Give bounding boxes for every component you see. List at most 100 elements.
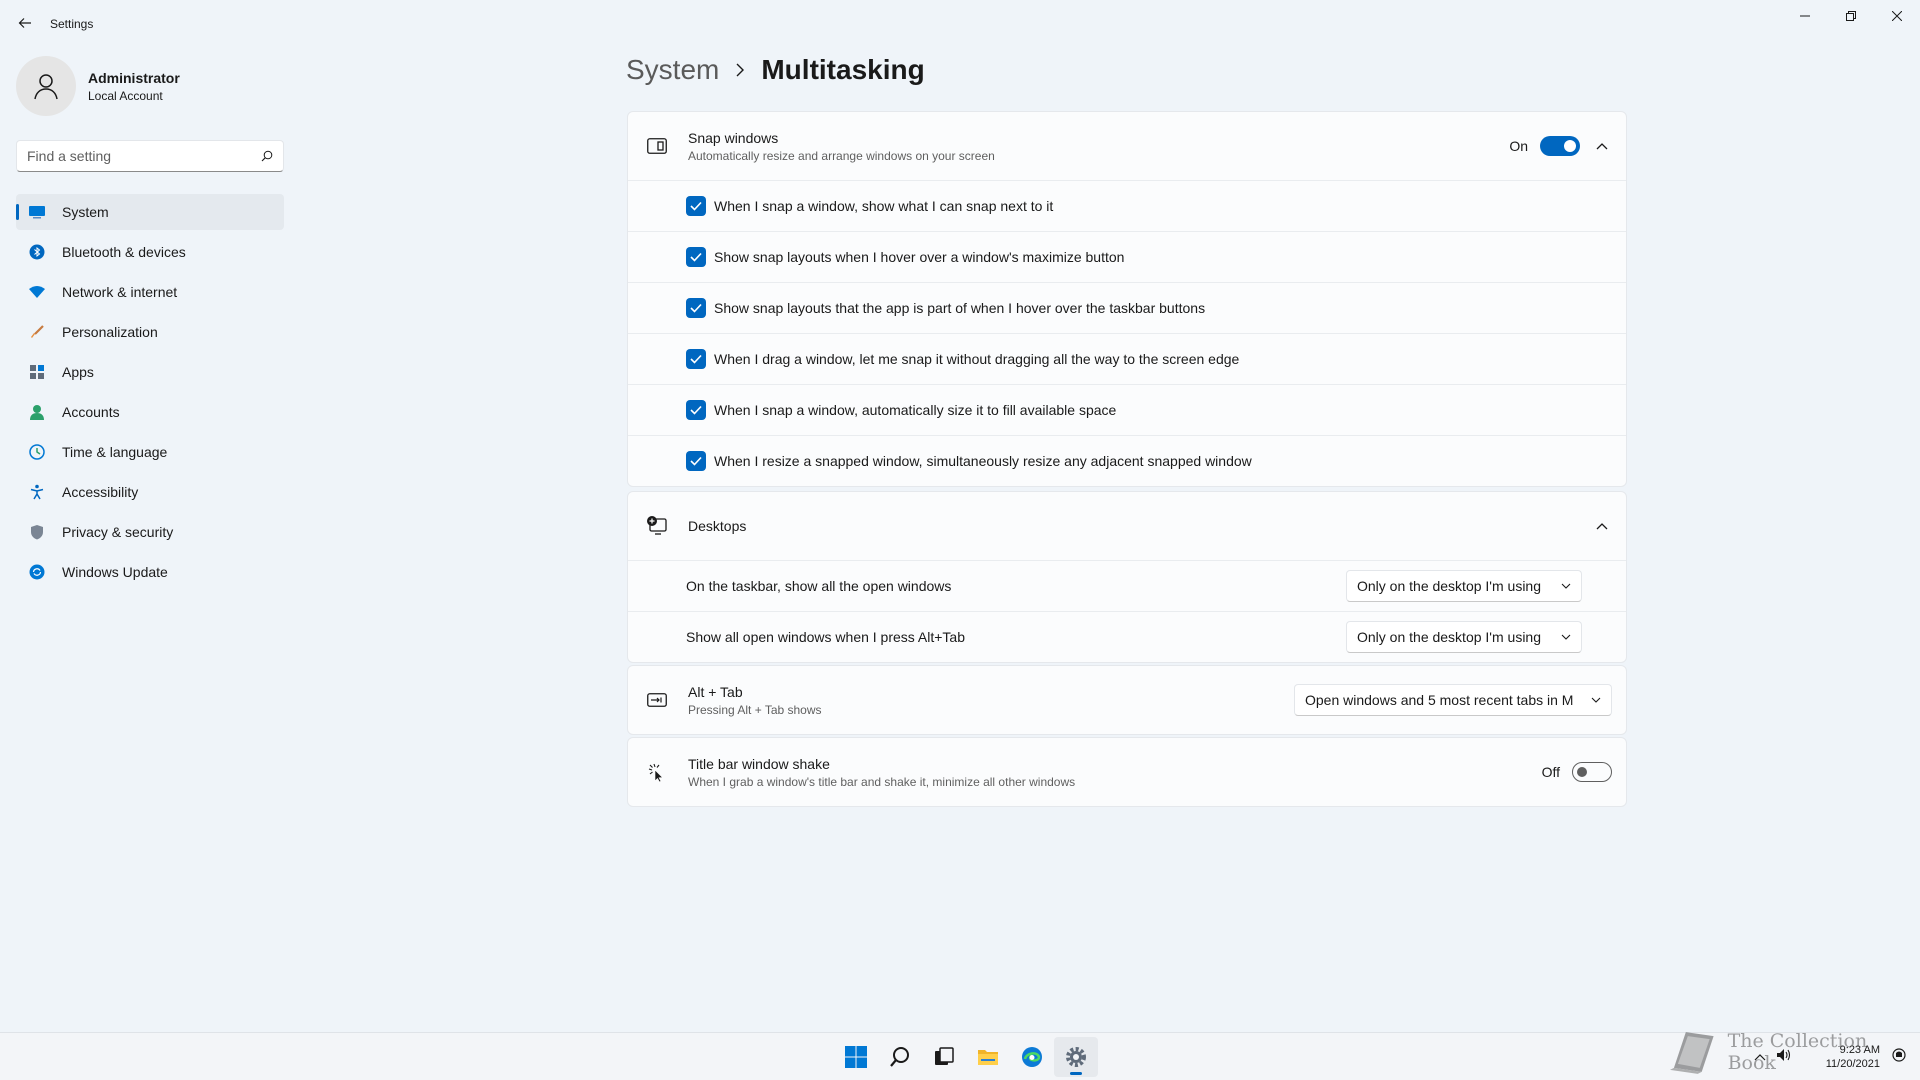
- shake-toggle-label: Off: [1541, 764, 1560, 780]
- snap-windows-card: Snap windows Automatically resize and ar…: [627, 111, 1627, 487]
- snap-option-label: When I resize a snapped window, simultan…: [714, 453, 1252, 469]
- dropdown-value: Only on the desktop I'm using: [1357, 578, 1541, 594]
- search-input[interactable]: [27, 148, 261, 164]
- chevron-down-icon: [1561, 583, 1571, 589]
- back-button[interactable]: [14, 12, 36, 34]
- snap-option-row: Show snap layouts that the app is part o…: [628, 282, 1626, 333]
- edge-browser-icon: [1022, 1047, 1042, 1067]
- sidebar-item-label: Accounts: [62, 404, 120, 420]
- search-box[interactable]: [16, 140, 284, 172]
- sidebar-item-system[interactable]: System: [16, 194, 284, 230]
- alt-tab-card: Alt + Tab Pressing Alt + Tab shows Open …: [627, 665, 1627, 735]
- user-profile[interactable]: Administrator Local Account: [16, 56, 180, 116]
- edge-button[interactable]: [1010, 1037, 1054, 1077]
- close-button[interactable]: [1874, 0, 1920, 32]
- sidebar-item-time-language[interactable]: Time & language: [16, 434, 284, 470]
- chevron-up-icon[interactable]: [1592, 136, 1612, 156]
- window-shake-title: Title bar window shake: [688, 755, 830, 772]
- settings-button[interactable]: [1054, 1037, 1098, 1077]
- shield-icon: [28, 523, 46, 541]
- sidebar-item-bluetooth[interactable]: Bluetooth & devices: [16, 234, 284, 270]
- window-shake-toggle[interactable]: [1572, 762, 1612, 782]
- snap-toggle-label: On: [1509, 138, 1528, 154]
- search-icon: [890, 1047, 909, 1067]
- dropdown-value: Open windows and 5 most recent tabs in M: [1305, 692, 1574, 708]
- snap-option-label: When I drag a window, let me snap it wit…: [714, 351, 1240, 367]
- start-button[interactable]: [834, 1037, 878, 1077]
- snap-option-row: Show snap layouts when I hover over a wi…: [628, 231, 1626, 282]
- alt-tab-description: Pressing Alt + Tab shows: [688, 702, 822, 717]
- desktops-alttab-row: Show all open windows when I press Alt+T…: [628, 611, 1626, 662]
- file-explorer-button[interactable]: [966, 1037, 1010, 1077]
- desktops-card: Desktops On the taskbar, show all the op…: [627, 491, 1627, 663]
- checkmark-icon: [690, 252, 702, 262]
- checkmark-icon: [690, 456, 702, 466]
- desktops-taskbar-dropdown[interactable]: Only on the desktop I'm using: [1346, 570, 1582, 602]
- sidebar-item-label: Personalization: [62, 324, 158, 340]
- sidebar-item-label: Windows Update: [62, 564, 168, 580]
- sidebar-item-accessibility[interactable]: Accessibility: [16, 474, 284, 510]
- alt-tab-header: Alt + Tab Pressing Alt + Tab shows Open …: [628, 666, 1626, 734]
- snap-option-checkbox[interactable]: [686, 247, 706, 267]
- sidebar-item-label: Network & internet: [62, 284, 178, 300]
- window-shake-header: Title bar window shake When I grab a win…: [628, 738, 1626, 806]
- snap-option-checkbox[interactable]: [686, 349, 706, 369]
- apps-icon: [28, 363, 46, 381]
- task-view-icon: [935, 1047, 954, 1065]
- snap-option-checkbox[interactable]: [686, 298, 706, 318]
- snap-windows-toggle[interactable]: [1540, 136, 1580, 156]
- sidebar-item-privacy-security[interactable]: Privacy & security: [16, 514, 284, 550]
- snap-option-label: When I snap a window, automatically size…: [714, 402, 1117, 418]
- snap-windows-header[interactable]: Snap windows Automatically resize and ar…: [628, 112, 1626, 180]
- checkmark-icon: [690, 201, 702, 211]
- snap-option-label: Show snap layouts that the app is part o…: [714, 300, 1206, 316]
- windows-logo-icon: [845, 1046, 867, 1068]
- brush-icon: [28, 323, 46, 341]
- sidebar-item-network[interactable]: Network & internet: [16, 274, 284, 310]
- sidebar-item-apps[interactable]: Apps: [16, 354, 284, 390]
- keyboard-tab-icon: [646, 689, 668, 711]
- window-shake-card: Title bar window shake When I grab a win…: [627, 737, 1627, 807]
- snap-option-row: When I resize a snapped window, simultan…: [628, 435, 1626, 486]
- sidebar-item-accounts[interactable]: Accounts: [16, 394, 284, 430]
- accessibility-icon: [28, 483, 46, 501]
- update-icon: [28, 563, 46, 581]
- sidebar-item-label: Time & language: [62, 444, 168, 460]
- globe-clock-icon: [28, 443, 46, 461]
- sidebar-item-label: Privacy & security: [62, 524, 174, 540]
- desktops-alttab-dropdown[interactable]: Only on the desktop I'm using: [1346, 621, 1582, 653]
- search-button[interactable]: [878, 1037, 922, 1077]
- minimize-button[interactable]: [1782, 0, 1828, 32]
- shake-icon: [646, 761, 668, 783]
- chevron-down-icon: [1561, 634, 1571, 640]
- snap-option-row: When I snap a window, show what I can sn…: [628, 180, 1626, 231]
- window-controls: [1782, 0, 1920, 32]
- desktops-alttab-label: Show all open windows when I press Alt+T…: [686, 629, 965, 645]
- snap-windows-description: Automatically resize and arrange windows…: [688, 148, 995, 163]
- desktops-taskbar-row: On the taskbar, show all the open window…: [628, 560, 1626, 611]
- snap-layout-icon: [646, 135, 668, 157]
- snap-option-label: When I snap a window, show what I can sn…: [714, 198, 1054, 214]
- sidebar-item-label: Bluetooth & devices: [62, 244, 186, 260]
- snap-option-checkbox[interactable]: [686, 196, 706, 216]
- restore-button[interactable]: [1828, 0, 1874, 32]
- watermark-text: The Collection Book: [1727, 1030, 1868, 1074]
- breadcrumb: System Multitasking: [626, 54, 925, 86]
- task-view-button[interactable]: [922, 1037, 966, 1077]
- desktops-taskbar-label: On the taskbar, show all the open window…: [686, 578, 952, 594]
- person-icon: [28, 403, 46, 421]
- snap-option-checkbox[interactable]: [686, 400, 706, 420]
- search-icon[interactable]: [261, 150, 273, 162]
- alt-tab-dropdown[interactable]: Open windows and 5 most recent tabs in M: [1294, 684, 1612, 716]
- profile-name: Administrator: [88, 69, 180, 86]
- taskbar-apps: [834, 1033, 1098, 1080]
- desktops-header[interactable]: Desktops: [628, 492, 1626, 560]
- sidebar-item-label: Accessibility: [62, 484, 139, 500]
- chevron-up-icon[interactable]: [1592, 516, 1612, 536]
- sidebar-item-windows-update[interactable]: Windows Update: [16, 554, 284, 590]
- snap-option-checkbox[interactable]: [686, 451, 706, 471]
- snap-windows-title: Snap windows: [688, 129, 779, 146]
- breadcrumb-parent[interactable]: System: [626, 54, 719, 86]
- avatar: [16, 56, 76, 116]
- sidebar-item-personalization[interactable]: Personalization: [16, 314, 284, 350]
